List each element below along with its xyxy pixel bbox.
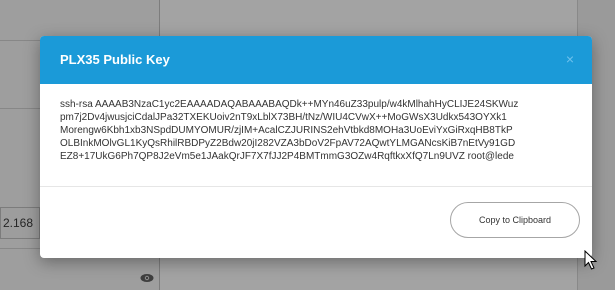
close-icon[interactable]: × (562, 51, 578, 67)
public-key-line: Morengw6Kbh1xb3NSpdDUMYOMUR/zjIM+AcalCZJ… (60, 125, 513, 136)
mouse-cursor-icon (584, 250, 598, 270)
modal-body: ssh-rsa AAAAB3NzaC1yc2EAAAADAQABAAABAQDk… (40, 84, 592, 186)
modal-header: PLX35 Public Key × (40, 36, 592, 84)
public-key-line: EZ8+17UkG6Ph7QP8J2eVm5e1JAakQrJF7X7fJJ2P… (60, 151, 514, 162)
modal-footer: Copy to Clipboard (40, 187, 592, 258)
public-key-line: OLBInkMOlvGL1KyQsRhilRBDPyZ2Bdw20jI282VZ… (60, 138, 516, 149)
public-key-line: pm7j2Dv4jwusjciCdalJPa32TXEKUoiv2nT9xLbl… (60, 112, 507, 123)
copy-to-clipboard-button[interactable]: Copy to Clipboard (450, 202, 580, 238)
public-key-line: ssh-rsa AAAAB3NzaC1yc2EAAAADAQABAAABAQDk… (60, 99, 519, 110)
modal-title: PLX35 Public Key (60, 52, 170, 67)
public-key-modal: PLX35 Public Key × ssh-rsa AAAAB3NzaC1yc… (40, 36, 592, 258)
